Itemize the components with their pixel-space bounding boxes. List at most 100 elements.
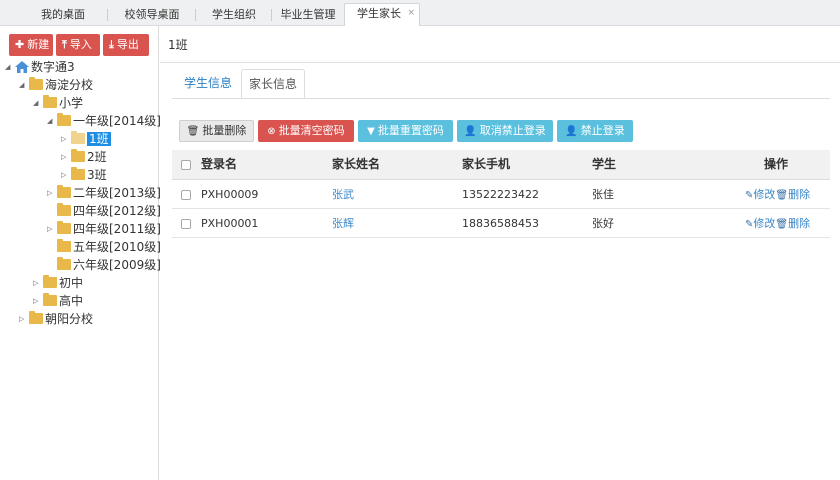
filter-icon: ▼ <box>367 126 375 137</box>
row-checkbox[interactable] <box>181 219 191 229</box>
batch-reset-password-button[interactable]: ▼ 批量重置密码 <box>358 120 453 142</box>
expanded-arrow-icon[interactable]: ◢ <box>33 94 43 112</box>
new-button[interactable]: ✚ 新建 <box>9 34 53 56</box>
tree-node-class1[interactable]: ▷ 1班 <box>61 130 111 148</box>
button-label: 批量删除 <box>202 124 247 137</box>
button-label: 批量清空密码 <box>278 124 345 137</box>
tree-node-grade1[interactable]: ◢ 一年级[2014级] <box>47 112 161 130</box>
tab-label: 我的桌面 <box>41 8 85 21</box>
tree-node-class2[interactable]: ▷ 2班 <box>61 148 107 166</box>
tree-node-senior[interactable]: ▷ 高中 <box>33 292 83 310</box>
folder-icon <box>43 293 57 306</box>
folder-icon <box>57 221 71 234</box>
collapsed-arrow-icon[interactable]: ▷ <box>33 274 43 292</box>
subtab-divider <box>172 98 830 99</box>
expanded-arrow-icon[interactable]: ◢ <box>19 76 29 94</box>
folder-icon <box>71 167 85 180</box>
folder-icon <box>29 311 43 324</box>
table-row: PXH00001 张辉 18836588453 张好 ✎修改🗑删除 <box>172 209 830 238</box>
tree-node-root[interactable]: ◢ 数字通3 <box>5 58 75 76</box>
tab-graduate-mgmt[interactable]: 毕业生管理 <box>272 4 344 26</box>
cancel-ban-login-button[interactable]: 👤 取消禁止登录 <box>457 120 553 142</box>
cell-login: PXH00009 <box>201 188 259 201</box>
tree-node-label: 六年级[2009级] <box>73 258 161 272</box>
tree-node-label: 朝阳分校 <box>45 312 94 326</box>
collapsed-arrow-icon[interactable]: ▷ <box>47 220 57 238</box>
delete-link[interactable]: 🗑删除 <box>775 217 810 230</box>
tree-node-label: 1班 <box>87 132 111 146</box>
collapsed-arrow-icon[interactable]: ▷ <box>61 148 71 166</box>
edit-label: 修改 <box>753 217 776 230</box>
ban-login-button[interactable]: 👤 禁止登录 <box>557 120 633 142</box>
expanded-arrow-icon[interactable]: ◢ <box>5 58 15 76</box>
col-login: 登录名 <box>201 157 238 171</box>
delete-label: 删除 <box>788 188 811 201</box>
tree-node-label: 数字通3 <box>31 60 75 74</box>
collapsed-arrow-icon[interactable]: ▷ <box>19 310 29 328</box>
edit-label: 修改 <box>753 188 776 201</box>
delete-label: 删除 <box>788 217 811 230</box>
tree-node-class3[interactable]: ▷ 3班 <box>61 166 107 184</box>
folder-open-icon <box>29 77 43 90</box>
import-button[interactable]: ⤒ 导入 <box>56 34 100 56</box>
collapsed-arrow-icon[interactable]: ▷ <box>61 166 71 184</box>
row-actions: ✎修改🗑删除 <box>745 209 810 239</box>
tree-node-label: 海淀分校 <box>45 78 94 92</box>
close-icon[interactable]: × <box>407 3 415 23</box>
tab-label: 学生家长 <box>357 7 401 20</box>
collapsed-arrow-icon[interactable]: ▷ <box>33 292 43 310</box>
user-lock-icon: 👤 <box>565 126 578 137</box>
button-label: 取消禁止登录 <box>479 124 546 137</box>
batch-clear-password-button[interactable]: ⊗ 批量清空密码 <box>258 120 354 142</box>
folder-icon <box>57 203 71 216</box>
expanded-arrow-icon[interactable]: ◢ <box>47 112 57 130</box>
edit-link[interactable]: ✎修改 <box>745 217 775 230</box>
batch-delete-button[interactable]: 🗑 批量删除 <box>179 120 254 142</box>
export-button-label: 导出 <box>116 38 139 51</box>
tree-node-school2[interactable]: ▷ 朝阳分校 <box>19 310 93 328</box>
parent-name-link[interactable]: 张武 <box>332 180 354 209</box>
tab-student-parents[interactable]: 学生家长 × <box>344 3 420 26</box>
cell-student: 张佳 <box>592 188 614 201</box>
trash-icon: 🗑 <box>186 126 200 137</box>
tab-student-info[interactable]: 学生信息 <box>175 69 241 99</box>
tab-label: 家长信息 <box>248 77 297 91</box>
row-checkbox[interactable] <box>181 190 191 200</box>
select-all-checkbox[interactable] <box>181 160 191 170</box>
tree-node-junior[interactable]: ▷ 初中 <box>33 274 83 292</box>
col-student: 学生 <box>592 157 617 171</box>
tree-node-grade6[interactable]: 六年级[2009级] <box>57 256 161 274</box>
edit-link[interactable]: ✎修改 <box>745 188 775 201</box>
tree-node-label: 一年级[2014级] <box>73 114 161 128</box>
tree-node-grade5[interactable]: 五年级[2010级] <box>57 238 161 256</box>
tree-node-label: 2班 <box>87 150 107 164</box>
user-unlock-icon: 👤 <box>464 126 477 137</box>
tab-label: 学生信息 <box>183 76 232 90</box>
tab-parent-info[interactable]: 家长信息 <box>241 69 305 99</box>
tree-node-grade4a[interactable]: 四年级[2012级] <box>57 202 161 220</box>
export-button[interactable]: ⤓ 导出 <box>103 34 149 56</box>
tree-node-grade2[interactable]: ▷ 二年级[2013级] <box>47 184 161 202</box>
row-actions: ✎修改🗑删除 <box>745 180 810 210</box>
collapsed-arrow-icon[interactable]: ▷ <box>47 184 57 202</box>
col-parent-name: 家长姓名 <box>332 157 381 171</box>
col-ops: 操作 <box>764 157 789 171</box>
upload-icon: ⤒ <box>62 38 67 51</box>
tree-node-primary[interactable]: ◢ 小学 <box>33 94 83 112</box>
tree-node-label: 小学 <box>59 96 84 110</box>
tab-my-desktop[interactable]: 我的桌面 <box>18 4 108 26</box>
tab-student-org[interactable]: 学生组织 <box>196 4 272 26</box>
tab-leader-desktop[interactable]: 校领导桌面 <box>108 4 196 26</box>
cell-student: 张好 <box>592 217 614 230</box>
collapsed-arrow-icon[interactable]: ▷ <box>61 130 71 148</box>
tab-label: 毕业生管理 <box>280 8 336 21</box>
parent-name-link[interactable]: 张辉 <box>332 209 354 238</box>
button-label: 批量重置密码 <box>377 124 444 137</box>
col-parent-phone: 家长手机 <box>462 157 511 171</box>
folder-open-icon <box>43 95 57 108</box>
folder-icon <box>43 275 57 288</box>
delete-link[interactable]: 🗑删除 <box>775 188 810 201</box>
tree-node-school1[interactable]: ◢ 海淀分校 <box>19 76 93 94</box>
times-circle-icon: ⊗ <box>267 126 276 137</box>
tree-node-grade4b[interactable]: ▷ 四年级[2011级] <box>47 220 161 238</box>
